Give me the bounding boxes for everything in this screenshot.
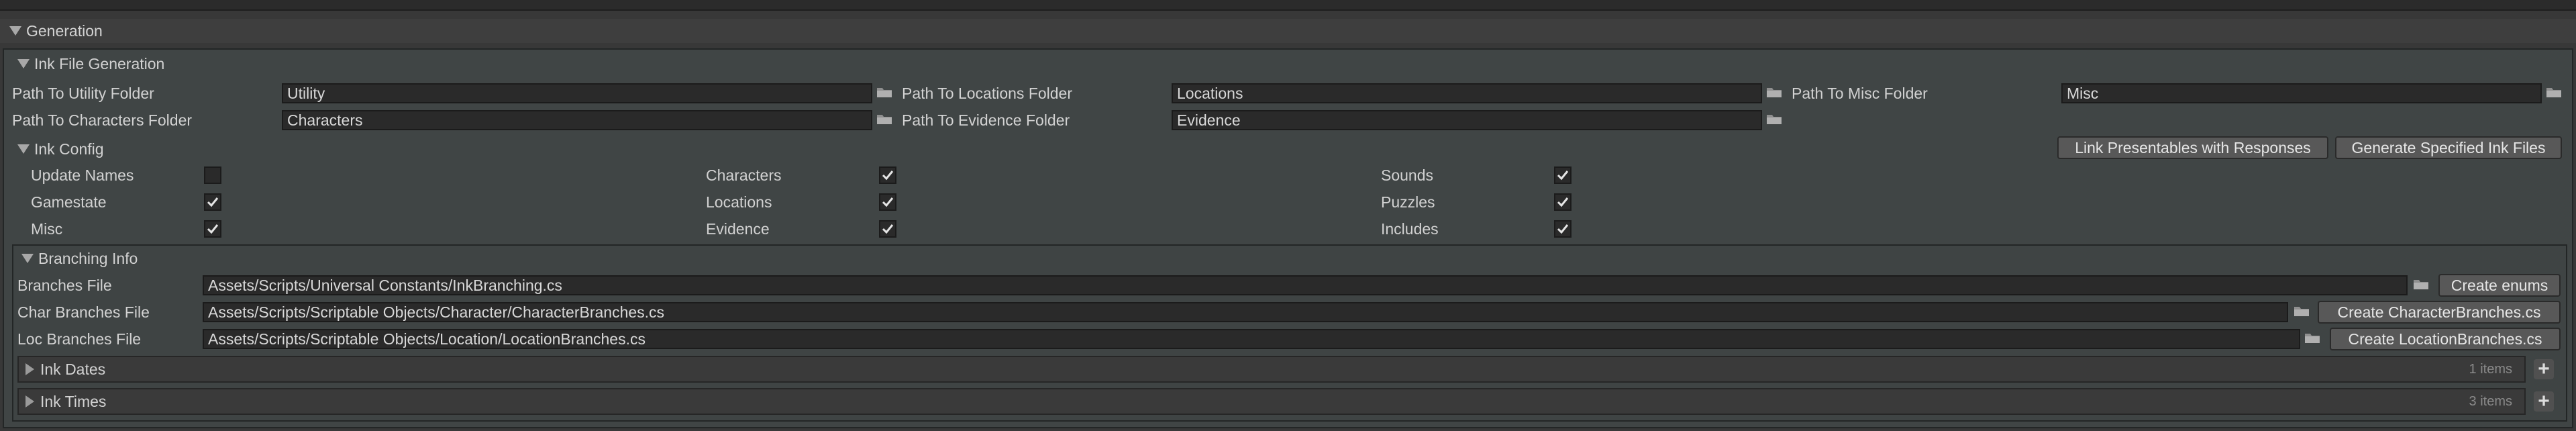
characters-folder-field[interactable]: Characters — [282, 110, 872, 130]
locations-folder-label: Path To Locations Folder — [902, 85, 1073, 102]
toggle-misc-label: Misc — [31, 220, 63, 238]
checkmark-icon — [207, 197, 219, 207]
foldout-triangle-icon — [17, 144, 30, 154]
add-ink-date-button[interactable]: + — [2534, 359, 2554, 379]
toggle-evidence[interactable] — [879, 220, 896, 238]
ink-file-generation-foldout[interactable]: Ink File Generation — [17, 52, 164, 75]
folder-icon[interactable] — [876, 113, 892, 125]
toggle-gamestate[interactable] — [204, 193, 221, 211]
link-presentables-button[interactable]: Link Presentables with Responses — [2057, 136, 2328, 159]
char-branches-file-label: Char Branches File — [17, 303, 150, 321]
toggle-includes[interactable] — [1554, 220, 1572, 238]
toggle-misc[interactable] — [204, 220, 221, 238]
generation-title: Generation — [26, 22, 103, 40]
checkmark-icon — [1557, 224, 1569, 234]
toggle-puzzles-label: Puzzles — [1381, 193, 1435, 211]
toggle-characters[interactable] — [879, 166, 896, 184]
char-branches-file-field[interactable]: Assets/Scripts/Scriptable Objects/Charac… — [203, 302, 2288, 322]
toggle-puzzles[interactable] — [1554, 193, 1572, 211]
checkmark-icon — [882, 224, 894, 234]
ink-times-list[interactable]: Ink Times 3 items — [17, 388, 2526, 415]
branches-file-label: Branches File — [17, 277, 112, 294]
checkmark-icon — [1557, 171, 1569, 181]
ink-file-generation-title: Ink File Generation — [34, 55, 165, 73]
folder-icon[interactable] — [2413, 278, 2429, 290]
toggle-includes-label: Includes — [1381, 220, 1439, 238]
create-enums-button[interactable]: Create enums — [2438, 274, 2561, 297]
evidence-folder-label: Path To Evidence Folder — [902, 111, 1070, 129]
ink-config-foldout[interactable]: Ink Config — [17, 138, 104, 160]
foldout-triangle-icon — [25, 395, 34, 408]
ink-dates-label: Ink Dates — [40, 361, 106, 378]
misc-folder-label: Path To Misc Folder — [1792, 85, 1928, 102]
utility-folder-label: Path To Utility Folder — [12, 85, 154, 102]
ink-config-title: Ink Config — [34, 140, 104, 158]
folder-icon[interactable] — [2294, 305, 2310, 317]
checkmark-icon — [882, 171, 894, 181]
foldout-triangle-icon — [9, 26, 21, 36]
checkmark-icon — [882, 197, 894, 207]
evidence-folder-field[interactable]: Evidence — [1172, 110, 1762, 130]
checkmark-icon — [207, 224, 219, 234]
plus-icon: + — [2538, 390, 2550, 412]
ink-dates-list[interactable]: Ink Dates 1 items — [17, 356, 2526, 383]
create-location-branches-button[interactable]: Create LocationBranches.cs — [2330, 328, 2561, 350]
loc-branches-file-label: Loc Branches File — [17, 330, 142, 348]
branching-info-foldout[interactable]: Branching Info — [21, 247, 138, 270]
top-strip — [0, 0, 2576, 11]
toggle-locations-label: Locations — [706, 193, 772, 211]
toggle-locations[interactable] — [879, 193, 896, 211]
branches-file-field[interactable]: Assets/Scripts/Universal Constants/InkBr… — [203, 275, 2408, 295]
folder-icon[interactable] — [2304, 332, 2320, 344]
folder-icon[interactable] — [876, 86, 892, 98]
branching-info-title: Branching Info — [38, 250, 138, 267]
toggle-characters-label: Characters — [706, 166, 782, 184]
foldout-triangle-icon — [21, 254, 34, 263]
misc-folder-field[interactable]: Misc — [2061, 83, 2542, 103]
folder-icon[interactable] — [1766, 86, 1782, 98]
toggle-update-names-label: Update Names — [31, 166, 134, 184]
foldout-triangle-icon — [17, 59, 30, 68]
folder-icon[interactable] — [1766, 113, 1782, 125]
create-character-branches-button[interactable]: Create CharacterBranches.cs — [2318, 301, 2561, 324]
ink-times-label: Ink Times — [40, 393, 107, 410]
generation-foldout[interactable]: Generation — [0, 19, 2576, 43]
toggle-update-names[interactable] — [204, 166, 221, 184]
toggle-sounds-label: Sounds — [1381, 166, 1434, 184]
foldout-triangle-icon — [25, 363, 34, 375]
checkmark-icon — [1557, 197, 1569, 207]
ink-times-count: 3 items — [2469, 393, 2512, 409]
characters-folder-label: Path To Characters Folder — [12, 111, 193, 129]
plus-icon: + — [2538, 358, 2550, 380]
folder-icon[interactable] — [2546, 86, 2562, 98]
locations-folder-field[interactable]: Locations — [1172, 83, 1762, 103]
toggle-evidence-label: Evidence — [706, 220, 770, 238]
add-ink-time-button[interactable]: + — [2534, 391, 2554, 412]
ink-dates-count: 1 items — [2469, 361, 2512, 377]
toggle-sounds[interactable] — [1554, 166, 1572, 184]
toggle-gamestate-label: Gamestate — [31, 193, 107, 211]
utility-folder-field[interactable]: Utility — [282, 83, 872, 103]
loc-branches-file-field[interactable]: Assets/Scripts/Scriptable Objects/Locati… — [203, 329, 2300, 349]
generate-ink-files-button[interactable]: Generate Specified Ink Files — [2335, 136, 2562, 159]
